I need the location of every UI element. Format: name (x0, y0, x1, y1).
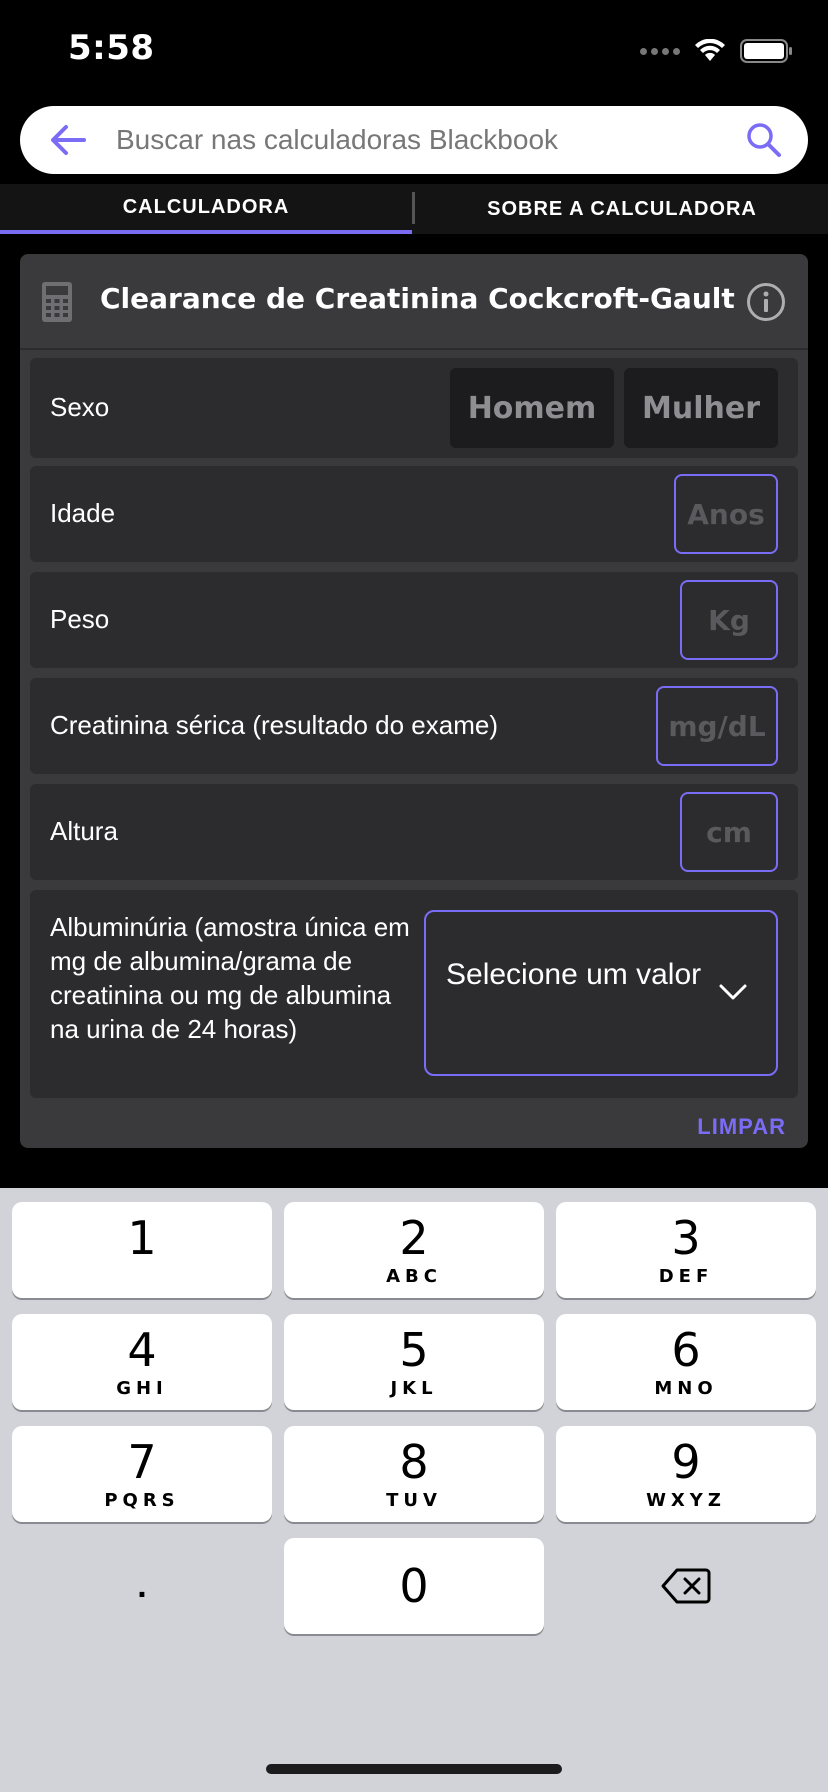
key-8[interactable]: 8 TUV (284, 1426, 544, 1522)
idade-field-box (674, 474, 778, 554)
sexo-label: Sexo (50, 392, 110, 422)
wifi-icon (695, 39, 725, 61)
key-8-letters: TUV (386, 1490, 442, 1511)
key-1[interactable]: 1 (12, 1202, 272, 1298)
tab-calculadora[interactable]: CALCULADORA (0, 184, 412, 234)
key-delete[interactable] (556, 1538, 816, 1634)
creatinina-label: Creatinina sérica (resultado do exame) (50, 710, 498, 740)
key-1-number: 1 (127, 1211, 157, 1265)
chevron-down-icon (719, 984, 747, 1000)
status-icons (640, 36, 794, 66)
row-altura: Altura (30, 784, 798, 880)
numeric-keyboard: 1 2 ABC 3 DEF 4 GHI 5 JKL 6 MNO 7 PQRS 8… (0, 1188, 828, 1792)
backspace-icon (661, 1568, 711, 1604)
row-peso: Peso (30, 572, 798, 668)
key-6-number: 6 (671, 1323, 701, 1377)
sexo-homem-button[interactable]: Homem (450, 368, 614, 448)
calculator-card: Clearance de Creatinina Cockcroft-Gault … (20, 254, 808, 1148)
search-bar (20, 106, 808, 174)
key-9[interactable]: 9 WXYZ (556, 1426, 816, 1522)
key-8-number: 8 (399, 1435, 429, 1489)
info-icon[interactable] (746, 282, 786, 322)
battery-icon (740, 39, 792, 63)
albuminuria-select-value: Selecione um valor (446, 958, 702, 991)
key-decimal[interactable]: . (12, 1538, 272, 1634)
home-indicator (266, 1764, 562, 1774)
arrow-left-icon[interactable] (48, 122, 88, 158)
status-time: 5:58 (68, 28, 155, 68)
signal-icon (640, 47, 680, 55)
search-input[interactable] (116, 116, 736, 164)
idade-label: Idade (50, 498, 116, 528)
key-7-letters: PQRS (104, 1490, 180, 1511)
key-3-letters: DEF (658, 1266, 714, 1287)
key-2-letters: ABC (386, 1266, 442, 1287)
peso-label: Peso (50, 604, 110, 634)
clear-button[interactable]: LIMPAR (697, 1114, 786, 1140)
peso-field-box (680, 580, 778, 660)
key-5-number: 5 (399, 1323, 429, 1377)
status-bar: 5:58 (0, 0, 828, 100)
peso-input[interactable] (682, 582, 776, 658)
albuminuria-select[interactable]: Selecione um valor (424, 910, 778, 1076)
calculator-title: Clearance de Creatinina Cockcroft-Gault (100, 282, 735, 315)
tab-sobre[interactable]: SOBRE A CALCULADORA (416, 184, 828, 234)
key-9-letters: WXYZ (646, 1490, 726, 1511)
row-idade: Idade (30, 466, 798, 562)
altura-input[interactable] (682, 794, 776, 870)
key-7[interactable]: 7 PQRS (12, 1426, 272, 1522)
key-7-number: 7 (127, 1435, 157, 1489)
key-6[interactable]: 6 MNO (556, 1314, 816, 1410)
key-2[interactable]: 2 ABC (284, 1202, 544, 1298)
row-albuminuria: Albuminúria (amostra única em mg de albu… (30, 890, 798, 1098)
key-3-number: 3 (671, 1211, 701, 1265)
creatinina-input[interactable] (658, 688, 776, 764)
key-4[interactable]: 4 GHI (12, 1314, 272, 1410)
sexo-mulher-button[interactable]: Mulher (624, 368, 778, 448)
altura-field-box (680, 792, 778, 872)
key-4-number: 4 (127, 1323, 157, 1377)
key-5[interactable]: 5 JKL (284, 1314, 544, 1410)
key-6-letters: MNO (654, 1378, 718, 1399)
card-header: Clearance de Creatinina Cockcroft-Gault (20, 254, 808, 350)
key-9-number: 9 (671, 1435, 701, 1489)
creatinina-field-box (656, 686, 778, 766)
idade-input[interactable] (676, 476, 776, 552)
calculator-icon (42, 282, 72, 322)
altura-label: Altura (50, 816, 118, 846)
key-5-letters: JKL (390, 1378, 438, 1399)
key-0[interactable]: 0 (284, 1538, 544, 1634)
tab-divider (412, 192, 415, 224)
row-creatinina: Creatinina sérica (resultado do exame) (30, 678, 798, 774)
albuminuria-label: Albuminúria (amostra única em mg de albu… (50, 912, 410, 1044)
magnifier-icon[interactable] (746, 122, 782, 158)
tab-bar: CALCULADORA SOBRE A CALCULADORA (0, 184, 828, 234)
key-3[interactable]: 3 DEF (556, 1202, 816, 1298)
key-0-number: 0 (399, 1559, 429, 1613)
key-4-letters: GHI (116, 1378, 168, 1399)
key-2-number: 2 (399, 1211, 429, 1265)
row-sexo: Sexo Homem Mulher (30, 358, 798, 458)
